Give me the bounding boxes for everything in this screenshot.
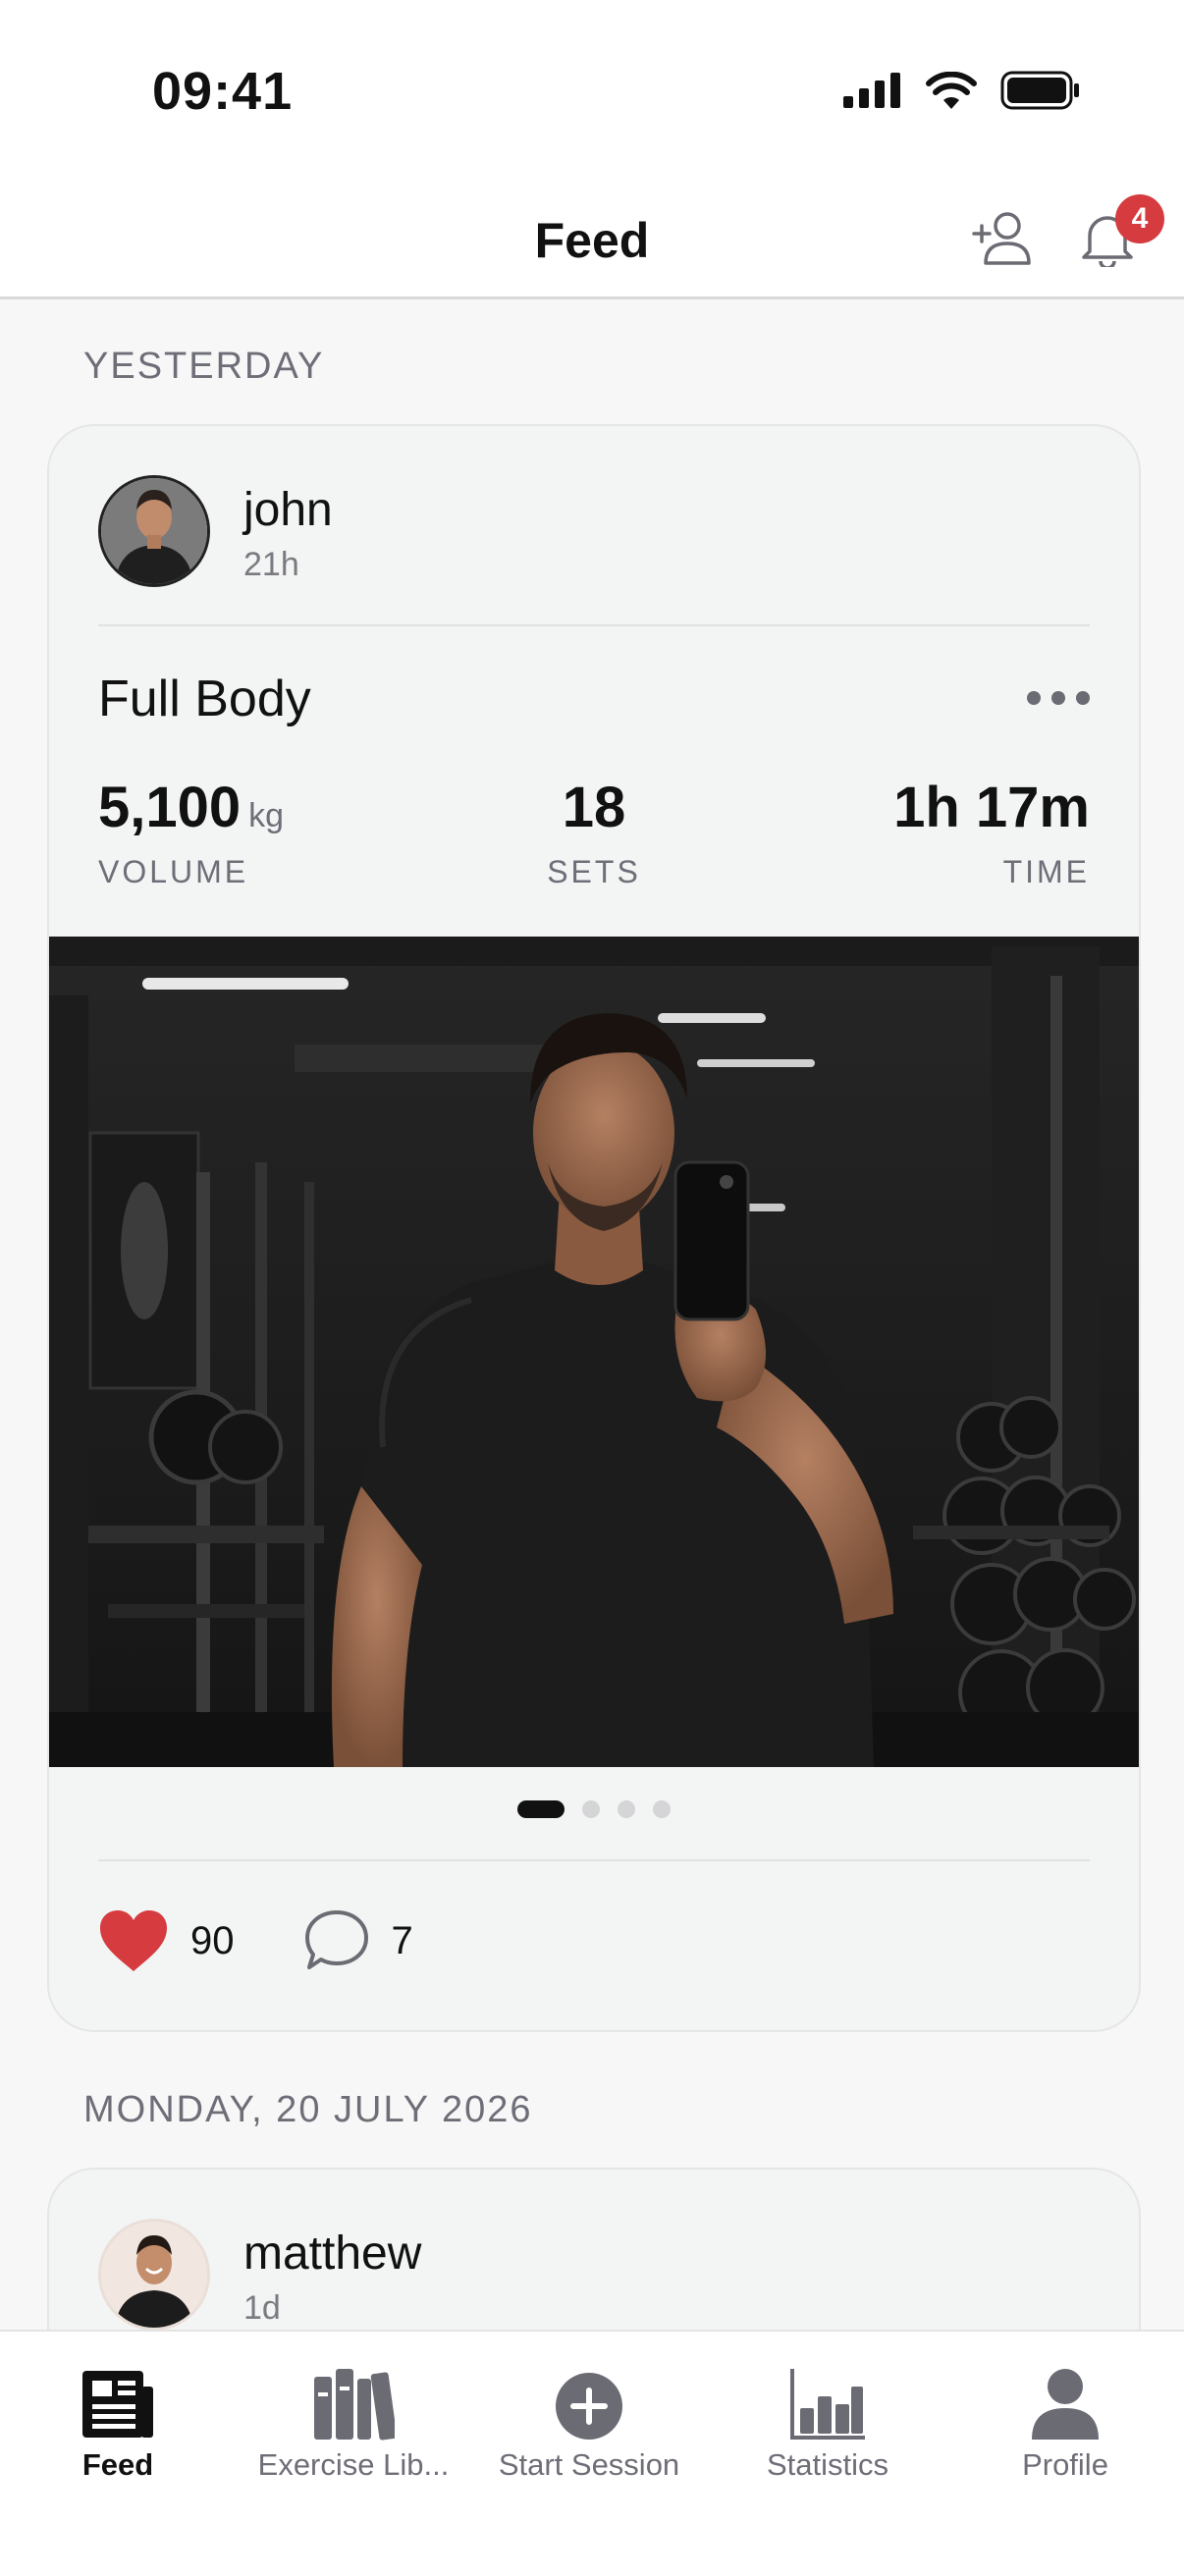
- stat-sets-label: SETS: [547, 854, 641, 889]
- library-icon: [314, 2369, 395, 2441]
- avatar[interactable]: [98, 2219, 210, 2331]
- workout-title[interactable]: Full Body: [98, 670, 311, 728]
- status-time: 09:41: [152, 62, 294, 121]
- john-avatar-image: [101, 478, 207, 584]
- comment-button[interactable]: 7: [303, 1908, 413, 1973]
- tab-label: Feed: [81, 2447, 154, 2482]
- tab-profile[interactable]: Profile: [947, 2355, 1183, 2483]
- add-friend-button[interactable]: [970, 206, 1033, 269]
- pager-dot-active[interactable]: [517, 1800, 565, 1818]
- bottom-tab-bar: Feed Exercise Lib... Start Session Stati…: [0, 2330, 1184, 2576]
- post-actions: 90 7: [98, 1908, 482, 1973]
- more-dot-icon: [1076, 691, 1090, 705]
- post-time-ago: 1d: [243, 2289, 281, 2327]
- tab-start-session[interactable]: Start Session: [471, 2355, 707, 2483]
- pager-dot[interactable]: [618, 1800, 635, 1818]
- tab-label: Start Session: [498, 2447, 680, 2482]
- like-button[interactable]: 90: [98, 1908, 235, 1973]
- bar-chart-icon: [790, 2369, 865, 2440]
- feed-icon: [82, 2371, 153, 2438]
- workout-photo[interactable]: [49, 937, 1139, 1767]
- date-section-label: MONDAY, 20 JULY 2026: [83, 2089, 533, 2130]
- matthew-avatar-image: [101, 2222, 207, 2328]
- date-section-label: YESTERDAY: [83, 346, 325, 387]
- divider: [98, 624, 1090, 626]
- comment-count: 7: [391, 1918, 413, 1962]
- more-dot-icon: [1051, 691, 1065, 705]
- top-navigation-bar: Feed 4: [0, 177, 1184, 299]
- tab-statistics[interactable]: Statistics: [710, 2355, 945, 2483]
- post-time-ago: 21h: [243, 546, 299, 583]
- tab-label: Profile: [1022, 2447, 1108, 2482]
- stat-time-label: TIME: [1002, 854, 1090, 889]
- like-count: 90: [190, 1918, 235, 1962]
- photo-pager[interactable]: [49, 1800, 1139, 1818]
- notifications-button[interactable]: 4: [1076, 194, 1164, 269]
- comment-bubble-icon: [304, 1910, 368, 1969]
- stat-sets: 18 SETS: [496, 775, 692, 890]
- avatar[interactable]: [98, 475, 210, 587]
- battery-icon: [1000, 71, 1079, 110]
- tab-label: Exercise Lib...: [257, 2447, 450, 2482]
- divider: [98, 1859, 1090, 1861]
- status-icons: [843, 71, 1081, 110]
- stat-volume-label: VOLUME: [98, 854, 249, 889]
- cellular-signal-icon: [843, 73, 900, 108]
- tab-exercise-library[interactable]: Exercise Lib...: [236, 2355, 471, 2483]
- tab-label: Statistics: [766, 2447, 889, 2482]
- add-person-icon: [972, 212, 1031, 265]
- status-bar: 09:41: [0, 0, 1184, 177]
- gym-selfie-image: [49, 937, 1139, 1767]
- post-username[interactable]: matthew: [243, 2227, 421, 2281]
- person-icon: [1032, 2369, 1099, 2440]
- more-dot-icon: [1027, 691, 1041, 705]
- stat-volume: 5,100 kg VOLUME: [98, 775, 284, 890]
- wifi-icon: [926, 72, 977, 109]
- more-options-button[interactable]: [1027, 683, 1090, 713]
- stat-volume-unit: kg: [248, 797, 285, 834]
- stat-time: 1h 17m TIME: [893, 775, 1090, 890]
- stat-sets-value: 18: [562, 776, 626, 839]
- pager-dot[interactable]: [582, 1800, 600, 1818]
- workout-post-card[interactable]: john 21h Full Body 5,100 kg VOLUME 18 SET…: [47, 424, 1141, 2032]
- notification-badge: 4: [1115, 194, 1164, 243]
- plus-circle-icon: [556, 2373, 622, 2440]
- post-username[interactable]: john: [243, 483, 333, 537]
- heart-icon: [100, 1910, 167, 1971]
- stat-volume-value: 5,100 kg: [98, 776, 285, 839]
- stat-time-value: 1h 17m: [893, 776, 1090, 839]
- tab-feed[interactable]: Feed: [0, 2355, 236, 2483]
- pager-dot[interactable]: [653, 1800, 671, 1818]
